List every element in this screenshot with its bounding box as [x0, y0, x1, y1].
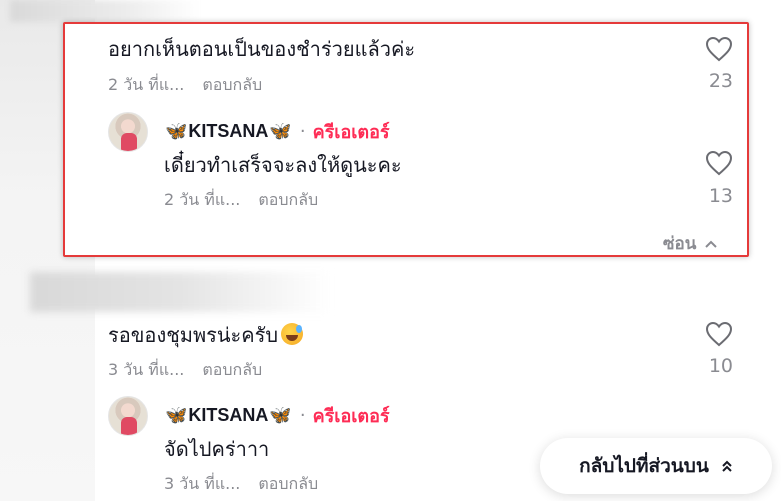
creator-badge: ครีเอเตอร์ — [312, 406, 390, 427]
heart-icon[interactable] — [705, 36, 733, 62]
separator-dot: · — [299, 121, 306, 142]
reply-time: 2 วัน ที่แ... — [164, 190, 241, 209]
reply-author-row: 🦋 KITSANA 🦋 · ครีเอเตอร์ — [164, 117, 390, 146]
reply-link[interactable]: ตอบกลับ — [202, 360, 262, 379]
comment-time: 3 วัน ที่แ... — [108, 360, 185, 379]
comment-text: อยากเห็นตอนเป็นของชำร่วยแล้วค่ะ — [108, 37, 416, 61]
reply-link[interactable]: ตอบกลับ — [258, 190, 318, 209]
comments-panel: อยากเห็นตอนเป็นของชำร่วยแล้วค่ะ 2 วัน ที… — [0, 0, 781, 501]
butterfly-icon: 🦋 — [269, 405, 292, 426]
like-count: 13 — [708, 185, 733, 207]
comment-meta: 3 วัน ที่แ... ตอบกลับ — [108, 358, 262, 383]
emoji-icon — [281, 323, 304, 345]
hide-replies-button[interactable]: ซ่อน — [663, 230, 718, 257]
avatar[interactable] — [108, 396, 148, 436]
comment-text-content: รอของชุมพรน่ะครับ — [108, 323, 279, 347]
reply-time: 3 วัน ที่แ... — [164, 474, 241, 493]
creator-badge: ครีเอเตอร์ — [312, 122, 390, 143]
butterfly-icon: 🦋 — [165, 405, 188, 426]
double-chevron-up-icon — [722, 460, 732, 472]
reply-author[interactable]: KITSANA — [188, 121, 268, 142]
comment-time: 2 วัน ที่แ... — [108, 75, 185, 94]
reply-meta: 3 วัน ที่แ... ตอบกลับ — [164, 472, 318, 497]
reply-meta: 2 วัน ที่แ... ตอบกลับ — [164, 188, 318, 213]
back-to-top-label: กลับไปที่ส่วนบน — [579, 455, 709, 477]
blurred-username-top — [10, 0, 200, 22]
blurred-username — [30, 272, 330, 312]
back-to-top-button[interactable]: กลับไปที่ส่วนบน — [540, 438, 772, 494]
reply-text: จัดไปคร่าาา — [164, 437, 270, 461]
comment-text: รอของชุมพรน่ะครับ — [108, 319, 304, 351]
like-count: 23 — [708, 70, 733, 92]
heart-icon[interactable] — [705, 321, 733, 347]
reply-link[interactable]: ตอบกลับ — [202, 75, 262, 94]
comment-meta: 2 วัน ที่แ... ตอบกลับ — [108, 73, 262, 98]
chevron-up-icon — [705, 240, 718, 248]
hide-label: ซ่อน — [663, 234, 697, 254]
like-count: 10 — [708, 355, 733, 377]
butterfly-icon: 🦋 — [269, 121, 292, 142]
butterfly-icon: 🦋 — [165, 121, 188, 142]
separator-dot: · — [299, 405, 306, 426]
reply-author-row: 🦋 KITSANA 🦋 · ครีเอเตอร์ — [164, 401, 390, 430]
heart-icon[interactable] — [705, 150, 733, 176]
reply-text: เดี๋ยวทำเสร็จจะลงให้ดูนะคะ — [164, 153, 402, 177]
reply-link[interactable]: ตอบกลับ — [258, 474, 318, 493]
avatar[interactable] — [108, 112, 148, 152]
reply-author[interactable]: KITSANA — [188, 405, 268, 426]
